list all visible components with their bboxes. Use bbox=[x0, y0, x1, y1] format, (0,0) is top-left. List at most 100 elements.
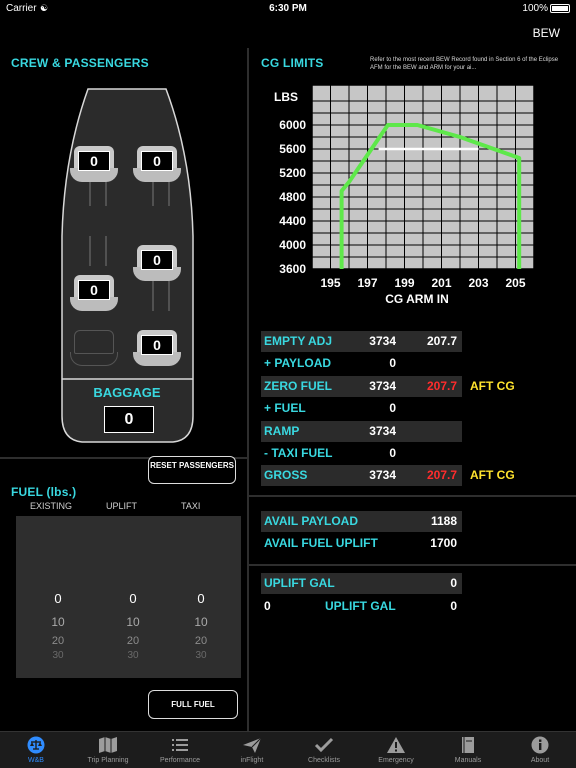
tab-about[interactable]: About bbox=[504, 732, 576, 768]
vertical-divider bbox=[247, 48, 249, 731]
map-icon bbox=[99, 737, 117, 753]
x-tick-label: 195 bbox=[320, 276, 340, 290]
crew-title: CREW & PASSENGERS bbox=[11, 56, 149, 70]
tab-checklists[interactable]: Checklists bbox=[288, 732, 360, 768]
y-tick-label: 5600 bbox=[279, 142, 306, 156]
uplift-gal-2-left: 0 bbox=[264, 599, 271, 613]
seat-row3-right[interactable]: 0 bbox=[133, 330, 181, 370]
gross-label: GROSS bbox=[264, 468, 308, 482]
taxi-fuel-weight: 0 bbox=[389, 446, 396, 460]
zero-fuel-label: ZERO FUEL bbox=[264, 379, 332, 393]
avail-payload-value: 1188 bbox=[430, 514, 457, 528]
divider-availability bbox=[249, 495, 576, 497]
avail-payload-label: AVAIL PAYLOAD bbox=[264, 514, 359, 528]
tab-about-label: About bbox=[530, 757, 550, 764]
zero-fuel-weight: 3734 bbox=[369, 379, 396, 393]
tab-manuals[interactable]: Manuals bbox=[432, 732, 504, 768]
seat-row2-left[interactable]: 0 bbox=[70, 275, 118, 315]
tab-trip-planning-label: Trip Planning bbox=[87, 757, 129, 764]
seat-pilot-value[interactable]: 0 bbox=[78, 151, 110, 171]
avail-fuel-uplift-value: 1700 bbox=[430, 536, 457, 550]
y-tick-label: 4400 bbox=[279, 214, 306, 228]
tab-manuals-label: Manuals bbox=[454, 757, 482, 764]
cg-title: CG LIMITS bbox=[261, 56, 324, 70]
gross-weight: 3734 bbox=[369, 468, 396, 482]
tab-bar: W&B Trip Planning Performance inFlight C… bbox=[0, 731, 576, 768]
x-tick-label: 197 bbox=[357, 276, 377, 290]
tab-wb[interactable]: W&B bbox=[0, 732, 72, 768]
status-bar: Carrier ☯ 6:30 PM 100% bbox=[0, 0, 576, 18]
payload-weight: 0 bbox=[389, 356, 396, 370]
cg-note: Refer to the most recent BEW Record foun… bbox=[370, 57, 559, 71]
fuel-picker[interactable]: 0 10 20 30 0 10 20 30 0 10 20 30 bbox=[16, 516, 241, 678]
tab-emergency-label: Emergency bbox=[378, 757, 414, 764]
chart-xlabel: CG ARM IN bbox=[385, 292, 449, 306]
battery-icon bbox=[550, 4, 570, 13]
fuel-label: + FUEL bbox=[264, 401, 306, 415]
y-tick-label: 4000 bbox=[279, 238, 306, 252]
gross-arm: 207.7 bbox=[426, 468, 457, 482]
avail-fuel-uplift-label: AVAIL FUEL UPLIFT bbox=[264, 536, 378, 550]
seat-copilot-value[interactable]: 0 bbox=[141, 151, 173, 171]
x-tick-label: 203 bbox=[468, 276, 488, 290]
zero-fuel-aft-cg-warning: AFT CG bbox=[470, 379, 515, 393]
seat-row2-right-value[interactable]: 0 bbox=[141, 250, 173, 270]
uplift-gal-value: 0 bbox=[450, 576, 457, 590]
tab-performance[interactable]: Performance bbox=[144, 732, 216, 768]
info-icon bbox=[531, 736, 549, 754]
seat-pilot[interactable]: 0 bbox=[70, 146, 118, 186]
x-tick-label: 201 bbox=[431, 276, 451, 290]
fuel-weight: 0 bbox=[389, 401, 396, 415]
bew-button[interactable]: BEW bbox=[533, 26, 560, 40]
uplift-gal-2-label: UPLIFT GAL bbox=[325, 599, 396, 613]
tab-inflight-label: inFlight bbox=[240, 757, 264, 764]
seat-copilot[interactable]: 0 bbox=[133, 146, 181, 186]
cg-chart: 195 197 199 201 203 205 3600 4000 4400 4800 5200 5… bbox=[274, 84, 535, 306]
warning-icon bbox=[387, 737, 405, 753]
list-icon bbox=[172, 739, 188, 751]
seat-row3-right-value[interactable]: 0 bbox=[141, 335, 173, 355]
zero-fuel-arm: 207.7 bbox=[426, 379, 457, 393]
fuel-col-uplift: UPLIFT bbox=[106, 501, 138, 511]
fuel-col-existing: EXISTING bbox=[30, 501, 73, 511]
empty-adj-weight: 3734 bbox=[369, 334, 396, 348]
payload-label: + PAYLOAD bbox=[264, 356, 332, 370]
tab-inflight[interactable]: inFlight bbox=[216, 732, 288, 768]
seat-row2-left-value[interactable]: 0 bbox=[78, 280, 110, 300]
uplift-gal-2-value: 0 bbox=[450, 599, 457, 613]
y-tick-label: 4800 bbox=[279, 190, 306, 204]
y-tick-label: 6000 bbox=[279, 118, 306, 132]
seat-row2-right[interactable]: 0 bbox=[133, 245, 181, 285]
tab-checklists-label: Checklists bbox=[308, 757, 340, 764]
uplift-gal-label: UPLIFT GAL bbox=[264, 576, 335, 590]
divider-uplift bbox=[249, 564, 576, 566]
reset-passengers-button[interactable]: RESET PASSENGERS bbox=[148, 456, 236, 484]
full-fuel-button[interactable]: FULL FUEL bbox=[148, 690, 238, 719]
fuel-col-taxi: TAXI bbox=[181, 501, 201, 511]
status-time: 6:30 PM bbox=[269, 3, 307, 14]
plane-icon bbox=[243, 737, 262, 753]
ramp-label: RAMP bbox=[264, 424, 300, 438]
seat-row3-left-empty bbox=[70, 330, 118, 370]
x-tick-label: 205 bbox=[505, 276, 525, 290]
empty-adj-arm: 207.7 bbox=[426, 334, 457, 348]
book-icon bbox=[462, 737, 474, 753]
empty-adj-label: EMPTY ADJ bbox=[264, 334, 333, 348]
gross-aft-cg-warning: AFT CG bbox=[470, 468, 515, 482]
check-icon bbox=[314, 737, 334, 753]
baggage-label: BAGGAGE bbox=[93, 385, 161, 400]
baggage-input[interactable]: 0 bbox=[104, 406, 154, 433]
tab-wb-label: W&B bbox=[28, 757, 44, 764]
tab-performance-label: Performance bbox=[159, 757, 201, 764]
y-tick-label: 3600 bbox=[279, 262, 306, 276]
battery-percent: 100% bbox=[522, 3, 548, 14]
x-tick-label: 199 bbox=[394, 276, 414, 290]
taxi-fuel-label: - TAXI FUEL bbox=[264, 446, 333, 460]
y-tick-label: 5200 bbox=[279, 166, 306, 180]
tab-emergency[interactable]: Emergency bbox=[360, 732, 432, 768]
chart-ylabel: LBS bbox=[274, 90, 298, 104]
scale-icon bbox=[27, 736, 45, 754]
fuel-title: FUEL (lbs.) bbox=[11, 485, 77, 499]
ramp-weight: 3734 bbox=[369, 424, 396, 438]
tab-trip-planning[interactable]: Trip Planning bbox=[72, 732, 144, 768]
